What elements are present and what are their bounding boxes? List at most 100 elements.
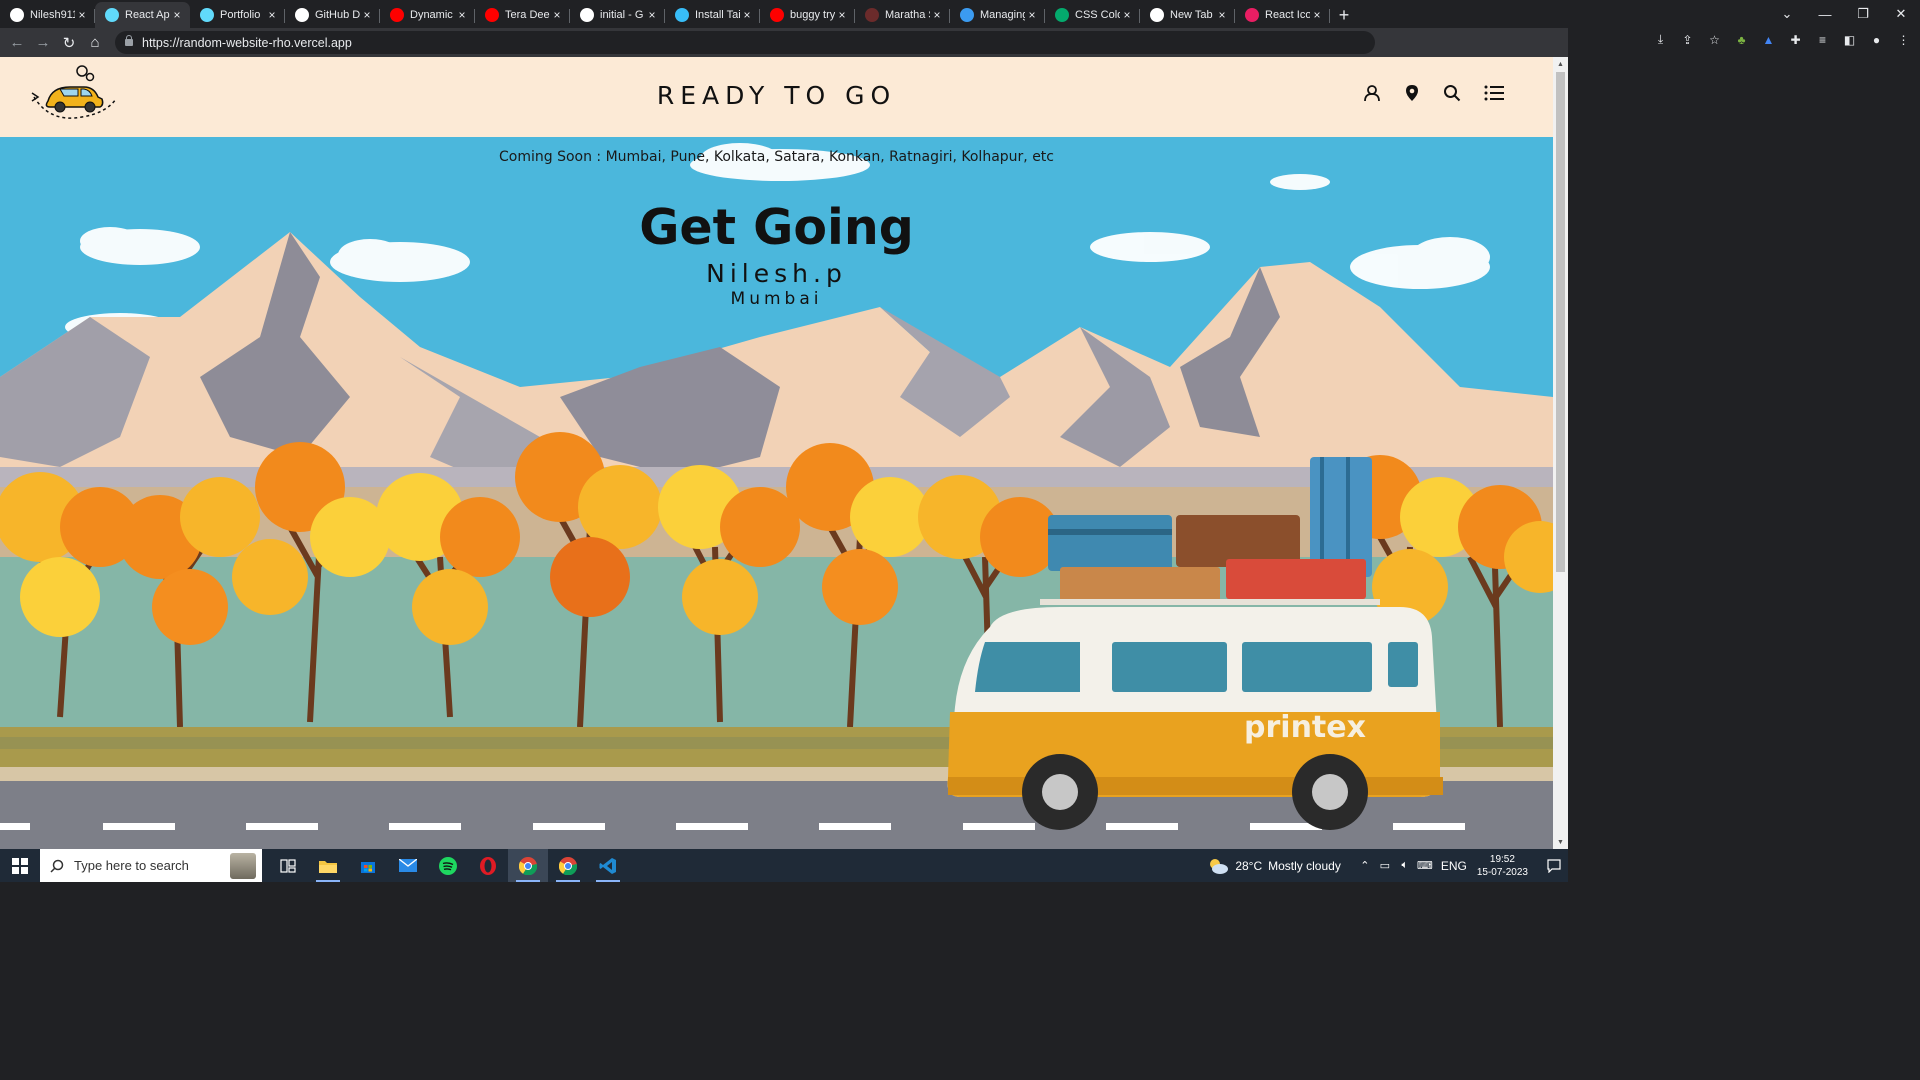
browser-tab-title: GitHub D bbox=[315, 9, 360, 21]
react-icon bbox=[105, 8, 119, 22]
system-tray: 28°C Mostly cloudy ⌃ ▭ 🔈︎ ⌨ ENG 19:52 15… bbox=[1207, 849, 1568, 882]
close-window-button[interactable]: ✕ bbox=[1882, 0, 1920, 28]
close-tab-icon[interactable]: × bbox=[930, 8, 944, 22]
volume-icon[interactable]: 🔈︎ bbox=[1395, 859, 1415, 872]
microsoft-store-icon[interactable] bbox=[348, 849, 388, 882]
taskbar-apps bbox=[268, 849, 628, 882]
file-explorer-icon[interactable] bbox=[308, 849, 348, 882]
url-text: https://random-website-rho.vercel.app bbox=[142, 35, 352, 50]
reload-button[interactable]: ↻ bbox=[56, 30, 82, 56]
address-bar[interactable]: https://random-website-rho.vercel.app bbox=[115, 31, 1375, 54]
spotify-icon[interactable] bbox=[428, 849, 468, 882]
close-tab-icon[interactable]: × bbox=[265, 8, 279, 22]
browser-tab[interactable]: Managing × bbox=[950, 2, 1045, 28]
hero-city: Mumbai bbox=[730, 289, 823, 309]
new-tab-button[interactable]: + bbox=[1330, 2, 1358, 28]
bookmark-star-icon[interactable]: ☆ bbox=[1706, 31, 1723, 48]
browser-tab[interactable]: Nilesh911 × bbox=[0, 2, 95, 28]
vscode-icon[interactable] bbox=[588, 849, 628, 882]
browser-tab[interactable]: React Icon× bbox=[1235, 2, 1330, 28]
browser-tab-title: Nilesh911 bbox=[30, 9, 75, 21]
hero-author-name: Nilesh.p bbox=[706, 259, 847, 288]
close-tab-icon[interactable]: × bbox=[645, 8, 659, 22]
browser-tab[interactable]: React App× bbox=[95, 2, 190, 28]
taskbar-clock[interactable]: 19:52 15-07-2023 bbox=[1477, 853, 1528, 879]
show-hidden-icons-chevron-icon[interactable]: ⌃ bbox=[1355, 859, 1375, 872]
weather-widget[interactable]: 28°C Mostly cloudy bbox=[1207, 858, 1341, 874]
restore-button[interactable]: ❐ bbox=[1844, 0, 1882, 28]
search-icon[interactable] bbox=[1443, 84, 1461, 102]
browser-tab[interactable]: Maratha S× bbox=[855, 2, 950, 28]
close-tab-icon[interactable]: × bbox=[740, 8, 754, 22]
opera-icon[interactable] bbox=[468, 849, 508, 882]
menu-list-icon[interactable] bbox=[1483, 84, 1505, 102]
browser-tab[interactable]: Portfolio × bbox=[190, 2, 285, 28]
close-tab-icon[interactable]: × bbox=[835, 8, 849, 22]
location-pin-icon[interactable] bbox=[1403, 84, 1421, 102]
mail-icon[interactable] bbox=[388, 849, 428, 882]
site-brand-title[interactable]: READY TO GO bbox=[0, 81, 1553, 110]
close-tab-icon[interactable]: × bbox=[75, 8, 89, 22]
browser-tab[interactable]: initial - G × bbox=[570, 2, 665, 28]
scroll-down-arrow-icon[interactable]: ▼ bbox=[1553, 835, 1568, 849]
extension-drive-icon[interactable]: ▲ bbox=[1760, 31, 1777, 48]
youtube-icon bbox=[485, 8, 499, 22]
vscode-icon bbox=[960, 8, 974, 22]
browser-tab-title: React Icon bbox=[1265, 9, 1310, 21]
network-icon[interactable]: ▭ bbox=[1375, 859, 1395, 872]
browser-tab[interactable]: New Tab × bbox=[1140, 2, 1235, 28]
forward-button[interactable]: → bbox=[30, 30, 56, 56]
close-tab-icon[interactable]: × bbox=[1120, 8, 1134, 22]
close-tab-icon[interactable]: × bbox=[360, 8, 374, 22]
browser-tab[interactable]: GitHub D × bbox=[285, 2, 380, 28]
language-indicator[interactable]: ENG bbox=[1441, 859, 1467, 873]
chrome-icon[interactable] bbox=[508, 849, 548, 882]
browser-tab[interactable]: Dynamic × bbox=[380, 2, 475, 28]
tab-search-button[interactable]: ⌄ bbox=[1768, 0, 1806, 28]
notification-center-icon[interactable] bbox=[1540, 849, 1568, 882]
task-view-icon[interactable] bbox=[268, 849, 308, 882]
search-icon bbox=[50, 859, 64, 873]
scroll-up-arrow-icon[interactable]: ▲ bbox=[1553, 57, 1568, 71]
browser-action-icons: ⤓ ⇪ ☆ ♣ ▲ ✚ ≡ ◧ ● ⋮ bbox=[1652, 31, 1912, 48]
install-app-icon[interactable]: ⤓ bbox=[1652, 31, 1669, 48]
windows-start-icon[interactable] bbox=[0, 849, 40, 882]
share-icon[interactable]: ⇪ bbox=[1679, 31, 1696, 48]
user-icon[interactable] bbox=[1363, 84, 1381, 102]
extensions-puzzle-icon[interactable]: ✚ bbox=[1787, 31, 1804, 48]
scrollbar-thumb[interactable] bbox=[1556, 72, 1565, 572]
close-tab-icon[interactable]: × bbox=[1215, 8, 1229, 22]
reading-list-icon[interactable]: ≡ bbox=[1814, 31, 1831, 48]
close-tab-icon[interactable]: × bbox=[1025, 8, 1039, 22]
chrome-menu-icon[interactable]: ⋮ bbox=[1895, 31, 1912, 48]
browser-tab-title: Dynamic bbox=[410, 9, 453, 21]
browser-tab-title: Install Tail bbox=[695, 9, 740, 21]
home-button[interactable]: ⌂ bbox=[82, 30, 108, 56]
keyboard-icon[interactable]: ⌨ bbox=[1415, 859, 1435, 872]
windows-taskbar: Type here to search 28°C Mostly cloudy ⌃… bbox=[0, 849, 1568, 882]
side-panel-icon[interactable]: ◧ bbox=[1841, 31, 1858, 48]
extension-tree-icon[interactable]: ♣ bbox=[1733, 31, 1750, 48]
close-tab-icon[interactable]: × bbox=[1310, 8, 1324, 22]
browser-tab[interactable]: Tera Deed× bbox=[475, 2, 570, 28]
close-tab-icon[interactable]: × bbox=[170, 8, 184, 22]
browser-tab[interactable]: Install Tail × bbox=[665, 2, 760, 28]
close-tab-icon[interactable]: × bbox=[455, 8, 469, 22]
taskbar-search-box[interactable]: Type here to search bbox=[40, 849, 262, 882]
search-highlight-image bbox=[230, 853, 256, 879]
chrome-profile-icon[interactable] bbox=[548, 849, 588, 882]
close-tab-icon[interactable]: × bbox=[550, 8, 564, 22]
minimize-button[interactable]: — bbox=[1806, 0, 1844, 28]
github-icon bbox=[10, 8, 24, 22]
browser-tab[interactable]: buggy try × bbox=[760, 2, 855, 28]
page-scrollbar[interactable]: ▲ ▼ bbox=[1553, 57, 1568, 849]
chrome-icon bbox=[1150, 8, 1164, 22]
browser-tab-title: Tera Deed bbox=[505, 9, 550, 21]
browser-tab-title: Portfolio bbox=[220, 9, 261, 21]
window-controls: ⌄ — ❐ ✕ bbox=[1768, 0, 1920, 28]
profile-icon[interactable]: ● bbox=[1868, 31, 1885, 48]
svg-text:printex: printex bbox=[1244, 710, 1366, 745]
page-viewport: READY TO GO printex Coming Soon: Mumbai… bbox=[0, 57, 1553, 849]
browser-tab[interactable]: CSS Color× bbox=[1045, 2, 1140, 28]
back-button[interactable]: ← bbox=[4, 30, 30, 56]
